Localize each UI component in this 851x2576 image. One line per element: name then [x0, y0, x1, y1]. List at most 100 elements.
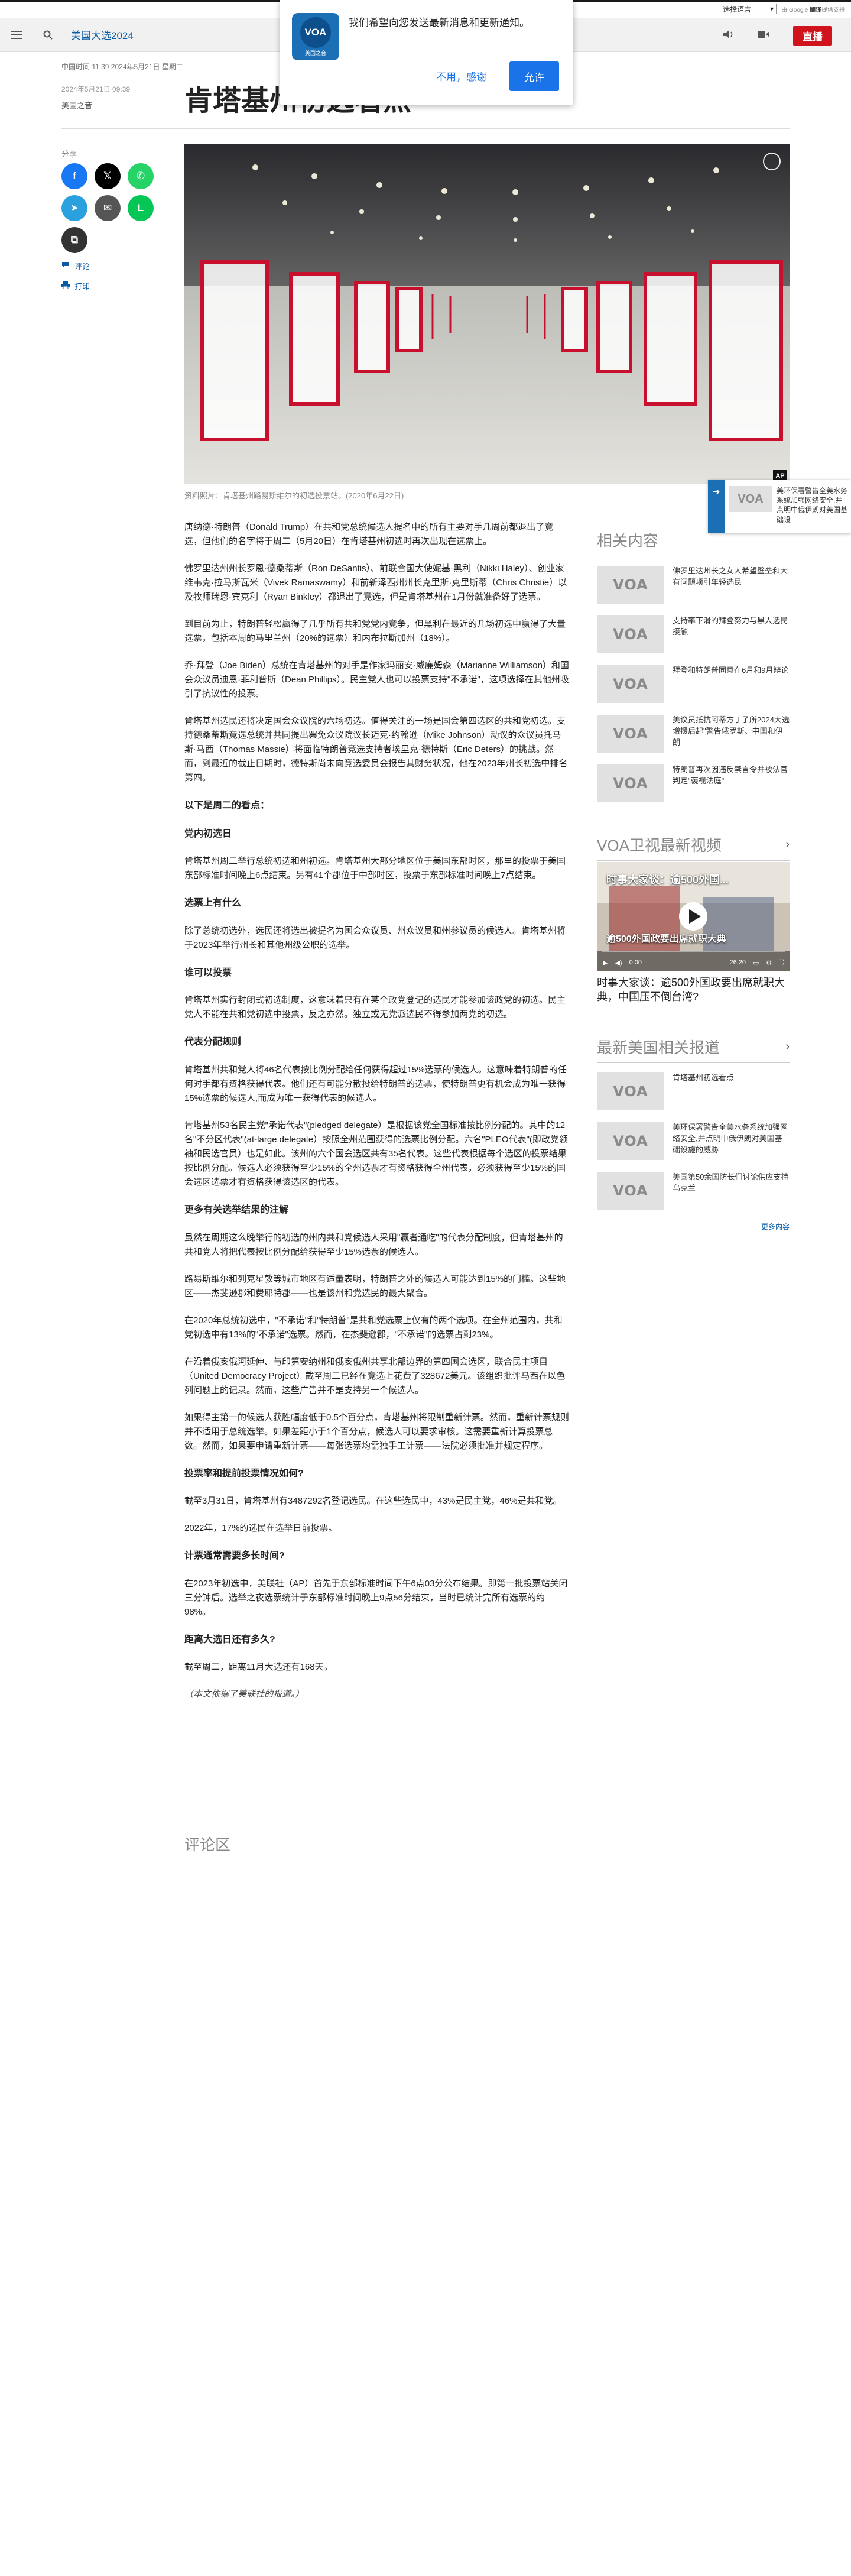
- chevron-right-icon: ›: [785, 1040, 790, 1053]
- line-icon[interactable]: L: [128, 195, 154, 221]
- language-select[interactable]: 选择语言 ▾: [720, 4, 777, 14]
- latest-heading-text: 最新美国相关报道: [597, 1039, 720, 1057]
- paragraph: 肯塔基州周二举行总统初选和州初选。肯塔基州大部分地区位于美国东部时区，那里的投票…: [184, 856, 566, 881]
- thumbnail: VOA: [597, 665, 664, 703]
- paragraph: 肯塔基州实行封闭式初选制度，这意味着只有在某个政党登记的选民才能参加该政党的初选…: [184, 995, 566, 1020]
- x-icon[interactable]: 𝕏: [95, 163, 121, 189]
- related-heading-text: 相关内容: [597, 532, 659, 550]
- facebook-icon[interactable]: f: [61, 163, 87, 189]
- photo-credit-badge: AP: [775, 472, 784, 479]
- share-buttons: f 𝕏 ✆ ➤ ✉ L ⧉: [61, 163, 154, 253]
- hero-image: AP: [184, 144, 790, 484]
- section-heading: 投票率和提前投票情况如何?: [184, 1468, 304, 1479]
- gt-label: 由 Google: [781, 7, 808, 14]
- related-content: 相关内容 VOA 佛罗里达州长之女人希望壁垒和大有问题项引年轻选民 VOA 支持率下滑…: [597, 529, 790, 814]
- section-title[interactable]: 美国大选2024: [71, 27, 134, 42]
- thumbnail: VOA: [597, 715, 664, 753]
- search-icon[interactable]: [33, 18, 63, 52]
- list-item[interactable]: VOA 支持率下滑的拜登努力与黑人选民接触: [597, 615, 790, 653]
- list-item-title: 支持率下滑的拜登努力与黑人选民接触: [673, 616, 788, 636]
- paragraph: 在沿着俄亥俄河延伸、与印第安纳州和俄亥俄州共享北部边界的第四国会选区，联合民主项…: [184, 1356, 566, 1395]
- voa-mark: VOA: [738, 492, 764, 506]
- list-item[interactable]: VOA 特朗普再次因违反禁言令并被法官判定"藐视法庭": [597, 764, 790, 802]
- video-duration: 26:20: [729, 959, 746, 966]
- print-link[interactable]: 打印: [61, 280, 90, 291]
- voa-logo-mark: VOA: [613, 1182, 648, 1199]
- voa-logo-mark: VOA: [613, 626, 648, 643]
- voa-logo-sub: 美国之音: [304, 50, 326, 56]
- comments-link[interactable]: 评论: [61, 260, 90, 271]
- copy-link-icon[interactable]: ⧉: [61, 227, 87, 253]
- video-title[interactable]: 时事大家谈：逾500外国政要出席就职大典，中国压不倒台湾?: [597, 976, 790, 1005]
- latest-heading[interactable]: 最新美国相关报道 ›: [597, 1036, 790, 1058]
- decline-button[interactable]: 不用，感谢: [436, 69, 486, 83]
- list-item-title: 肯塔基州初选看点: [673, 1073, 735, 1082]
- translate-bar: 选择语言 ▾ 由 Google 翻译提供支持: [720, 2, 851, 15]
- paragraph: 乔·拜登（Joe Biden）总统在肯塔基州的对手是作家玛丽安·威廉姆森（Mar…: [184, 660, 569, 699]
- list-item[interactable]: VOA 佛罗里达州长之女人希望壁垒和大有问题项引年轻选民: [597, 566, 790, 604]
- float-thumbnail: VOA: [729, 486, 772, 512]
- paragraph: 唐纳德·特朗普（Donald Trump）在共和党总统候选人提名中的所有主要对手…: [184, 522, 554, 546]
- polling-station-photo: AP: [184, 144, 790, 484]
- more-link[interactable]: 更多内容: [597, 1221, 790, 1232]
- menu-icon[interactable]: [0, 17, 33, 52]
- whatsapp-icon[interactable]: ✆: [128, 163, 154, 189]
- section-heading: 距离大选日还有多久?: [184, 1634, 275, 1645]
- thumbnail: VOA: [597, 764, 664, 802]
- language-select-value: 选择语言: [723, 5, 752, 14]
- play-icon[interactable]: ▶: [603, 959, 608, 967]
- list-item[interactable]: VOA 美议员抵抗阿蒂方丁子所2024大选 增援后起"警告俄罗斯、中国和伊朗: [597, 715, 790, 753]
- thumbnail: VOA: [597, 566, 664, 604]
- article-category[interactable]: 美国之音: [61, 99, 92, 111]
- video-overlay-top: 时事大家谈：逾500外国...: [606, 874, 729, 886]
- header-actions: 直播: [723, 26, 832, 46]
- chevron-right-icon: ›: [785, 838, 790, 851]
- latest-us-news: 最新美国相关报道 › VOA 肯塔基州初选看点 VOA 美环保署警告全美水务系统加强网…: [597, 1036, 790, 1232]
- paragraph: 截至周二，距离11月大选还有168天。: [184, 1662, 333, 1673]
- float-panel-text: 美环保署警告全美水务系统加强网络安全,并点明中俄伊朗对美国基础设: [777, 487, 847, 524]
- section-heading: 党内初选日: [184, 828, 232, 839]
- divider: [597, 860, 790, 861]
- hero-caption: 资料照片：肯塔基州路易斯维尔的初选投票站。(2020年6月22日): [184, 491, 404, 500]
- notification-prompt: VOA 美国之音 我们希望向您发送最新消息和更新通知。 不用，感谢 允许: [280, 0, 573, 105]
- voa-logo-mark: VOA: [613, 1083, 648, 1100]
- email-icon[interactable]: ✉: [95, 195, 121, 221]
- list-item[interactable]: VOA 肯塔基州初选看点: [597, 1072, 790, 1110]
- video-player[interactable]: 时事大家谈：逾500外国... 逾500外国政要出席就职大典 ▶ ◀) 0:00…: [597, 862, 790, 971]
- gt-suffix: 提供支持: [821, 7, 845, 14]
- paragraph: 虽然在周期这么晚举行的初选的州内共和党候选人采用"赢者通吃"的代表分配制度，但肯…: [184, 1232, 563, 1257]
- video-heading[interactable]: VOA卫视最新视频 ›: [597, 834, 790, 856]
- dateline: 中国时间 11:39 2024年5月21日 星期二: [61, 63, 183, 71]
- google-translate-credit[interactable]: 由 Google 翻译提供支持: [781, 5, 845, 14]
- list-item-title: 美环保署警告全美水务系统加强网络安全,并点明中俄伊朗对美国基础设施的威胁: [673, 1123, 788, 1154]
- floating-article-panel[interactable]: ➜ VOA 美环保署警告全美水务系统加强网络安全,并点明中俄伊朗对美国基础设: [708, 480, 851, 533]
- paragraph: 佛罗里达州州长罗恩·德桑蒂斯（Ron DeSantis）、前联合国大使妮基·黑利…: [184, 563, 567, 602]
- arrow-right-icon[interactable]: ➜: [708, 480, 725, 533]
- comments-link-label: 评论: [74, 262, 90, 271]
- telegram-icon[interactable]: ➤: [61, 195, 87, 221]
- video-icon[interactable]: [758, 30, 769, 41]
- divider: [597, 1062, 790, 1063]
- list-item-title: 特朗普再次因违反禁言令并被法官判定"藐视法庭": [673, 765, 788, 785]
- list-item[interactable]: VOA 美国第50余国防长们讨论供应支持乌克兰: [597, 1172, 790, 1210]
- video-heading-text: VOA卫视最新视频: [597, 837, 722, 854]
- source-note: （本文依据了美联社的报道。）: [184, 1689, 304, 1700]
- list-item[interactable]: VOA 拜登和特朗普同意在6月和9月辩论: [597, 665, 790, 703]
- notification-message: 我们希望向您发送最新消息和更新通知。: [349, 17, 530, 28]
- allow-button[interactable]: 允许: [509, 61, 559, 91]
- thumbnail: VOA: [597, 1072, 664, 1110]
- audio-icon[interactable]: [723, 30, 734, 42]
- captions-icon[interactable]: ▭: [753, 959, 759, 967]
- live-button[interactable]: 直播: [793, 26, 832, 46]
- volume-icon[interactable]: ◀): [615, 959, 622, 967]
- paragraph: 除了总统初选外，选民还将选出被提名为国会众议员、州众议员和州参议员的候选人。肯塔…: [184, 925, 566, 950]
- section-heading: 选票上有什么: [184, 898, 242, 909]
- related-list: VOA 佛罗里达州长之女人希望壁垒和大有问题项引年轻选民 VOA 支持率下滑的拜登努力…: [597, 566, 790, 802]
- paragraph: 如果得主第一的候选人获胜幅度低于0.5个百分点，肯塔基州将限制重新计票。然而，重…: [184, 1412, 569, 1451]
- fullscreen-icon[interactable]: ⛶: [779, 959, 784, 967]
- list-item[interactable]: VOA 美环保署警告全美水务系统加强网络安全,并点明中俄伊朗对美国基础设施的威胁: [597, 1122, 790, 1160]
- comment-icon: [61, 261, 70, 270]
- settings-icon[interactable]: ⚙: [766, 959, 772, 967]
- voa-logo-mark: VOA: [613, 676, 648, 692]
- list-item-title: 拜登和特朗普同意在6月和9月辩论: [673, 666, 789, 675]
